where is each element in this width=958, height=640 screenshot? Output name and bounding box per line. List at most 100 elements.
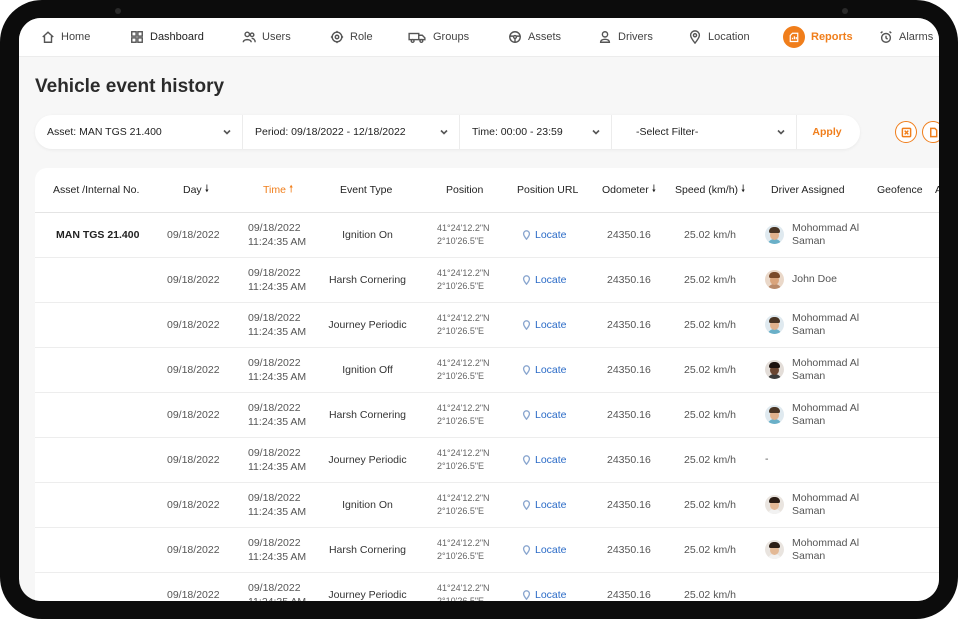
time-clock: 11:24:35 AM [248,235,307,248]
nav-label: Location [708,31,750,43]
locate-link[interactable]: Locate [522,437,567,482]
period-select[interactable]: Period: 09/18/2022 - 12/18/2022 [243,115,460,149]
odometer-cell: 24350.16 [607,318,651,331]
nav-drivers[interactable]: Drivers [598,18,653,56]
driver-name-line: Saman [792,324,826,337]
col-asset[interactable]: Asset /Internal No. [53,168,139,212]
locate-link[interactable]: Locate [522,257,567,302]
nav-role[interactable]: Role [330,18,373,56]
col-geofence[interactable]: Geofence [877,168,923,212]
avatar [765,225,784,244]
event-type-cell: Harsh Cornering [328,273,407,286]
time-clock: 11:24:35 AM [248,280,307,293]
driver-icon [599,31,611,43]
position-lat: 41°24'12.2"N [437,537,490,548]
table-row[interactable]: 09/18/2022 09/18/2022 11:24:35 AM Igniti… [35,482,939,528]
day-cell: 09/18/2022 [167,408,220,421]
time-clock: 11:24:35 AM [248,505,307,518]
locate-link[interactable]: Locate [522,572,567,601]
col-driver[interactable]: Driver Assigned [771,168,845,212]
nav-home[interactable]: Home [41,18,90,56]
event-type-cell: Harsh Cornering [328,408,407,421]
alarm-clock-icon [880,31,892,43]
driver-name: Mohommad Al Saman [792,312,859,338]
table-row[interactable]: 09/18/2022 09/18/2022 11:24:35 AM Harsh … [35,392,939,438]
nav-reports[interactable]: Reports [783,18,853,56]
position-lon: 2°10'26.5"E [437,460,485,471]
driver-name: Mohommad Al Saman [792,222,859,248]
time-select-value: Time: 00:00 - 23:59 [472,126,563,138]
nav-location[interactable]: Location [688,18,750,56]
col-day[interactable]: Day 🠗 [183,168,209,212]
col-speed[interactable]: Speed (km/h) 🠗 [675,168,745,212]
table-row[interactable]: 09/18/2022 09/18/2022 11:24:35 AM Harsh … [35,257,939,303]
odometer-cell: 24350.16 [607,408,651,421]
col-position-url[interactable]: Position URL [517,168,578,212]
col-time[interactable]: Time 🠕 [263,168,293,212]
time-date: 09/18/2022 [248,491,301,504]
driver-name-line: Mohommad Al [792,536,860,549]
time-date: 09/18/2022 [248,311,301,324]
location-pin-icon [522,409,531,420]
col-odometer[interactable]: Odometer 🠗 [602,168,656,212]
day-cell: 09/18/2022 [167,498,220,511]
time-cell: 09/18/2022 11:24:35 AM [248,527,306,572]
table-row[interactable]: 09/18/2022 09/18/2022 11:24:35 AM Journe… [35,302,939,348]
table-row[interactable]: 09/18/2022 09/18/2022 11:24:35 AM Igniti… [35,347,939,393]
filter-select[interactable]: -Select Filter- [612,115,797,149]
day-cell: 09/18/2022 [167,228,220,241]
table-row[interactable]: 09/18/2022 09/18/2022 11:24:35 AM Journe… [35,437,939,483]
locate-link[interactable]: Locate [522,347,567,392]
truck-icon [408,32,426,44]
table-row[interactable]: 09/18/2022 09/18/2022 11:24:35 AM Journe… [35,572,939,602]
time-date: 09/18/2022 [248,266,301,279]
nav-groups[interactable]: Groups [407,18,469,56]
time-date: 09/18/2022 [248,401,301,414]
time-select[interactable]: Time: 00:00 - 23:59 [460,115,612,149]
nav-dashboard[interactable]: Dashboard [130,18,204,56]
col-event-type[interactable]: Event Type [340,168,392,212]
event-type-cell: Journey Periodic [328,318,407,331]
position-cell: 41°24'12.2"N 2°10'26.5"E [437,572,490,602]
speed-cell: 25.02 km/h [684,318,736,331]
location-pin-icon [522,319,531,330]
nav-assets[interactable]: Assets [508,18,561,56]
locate-link[interactable]: Locate [522,392,567,437]
apply-button[interactable]: Apply [797,115,857,149]
driver-name-line: Saman [792,414,826,427]
position-lat: 41°24'12.2"N [437,582,490,593]
position-lat: 41°24'12.2"N [437,222,490,233]
day-cell: 09/18/2022 [167,273,220,286]
sort-down-icon: 🠗 [741,183,746,195]
avatar [765,405,784,424]
locate-link-label: Locate [535,543,567,556]
driver-name-line: Saman [792,234,826,247]
locate-link[interactable]: Locate [522,212,567,257]
col-extra[interactable]: A [935,168,939,212]
odometer-cell: 24350.16 [607,228,651,241]
locate-link[interactable]: Locate [522,482,567,527]
driver-cell: - [765,437,769,482]
asset-select[interactable]: Asset: MAN TGS 21.400 [35,115,243,149]
nav-users[interactable]: Users [242,18,291,56]
position-cell: 41°24'12.2"N 2°10'26.5"E [437,527,490,572]
time-cell: 09/18/2022 11:24:35 AM [248,437,306,482]
day-cell: 09/18/2022 [167,318,220,331]
chevron-down-icon [777,129,785,135]
export-pdf-button[interactable] [922,121,939,143]
table-row[interactable]: 09/18/2022 09/18/2022 11:24:35 AM Harsh … [35,527,939,573]
locate-link[interactable]: Locate [522,527,567,572]
excel-icon [901,127,911,137]
location-pin-icon [522,364,531,375]
avatar [765,495,784,514]
time-cell: 09/18/2022 11:24:35 AM [248,392,306,437]
locate-link[interactable]: Locate [522,302,567,347]
app-screen: Home Dashboard Users Role Groups Assets [19,18,939,601]
nav-alarms[interactable]: Alarms [879,18,933,56]
nav-label: Home [61,31,91,43]
col-position[interactable]: Position [446,168,483,212]
table-row[interactable]: MAN TGS 21.400 09/18/2022 09/18/2022 11:… [35,212,939,258]
export-excel-button[interactable] [895,121,917,143]
driver-name: Mohommad Al Saman [792,492,859,518]
reports-icon [789,32,799,43]
